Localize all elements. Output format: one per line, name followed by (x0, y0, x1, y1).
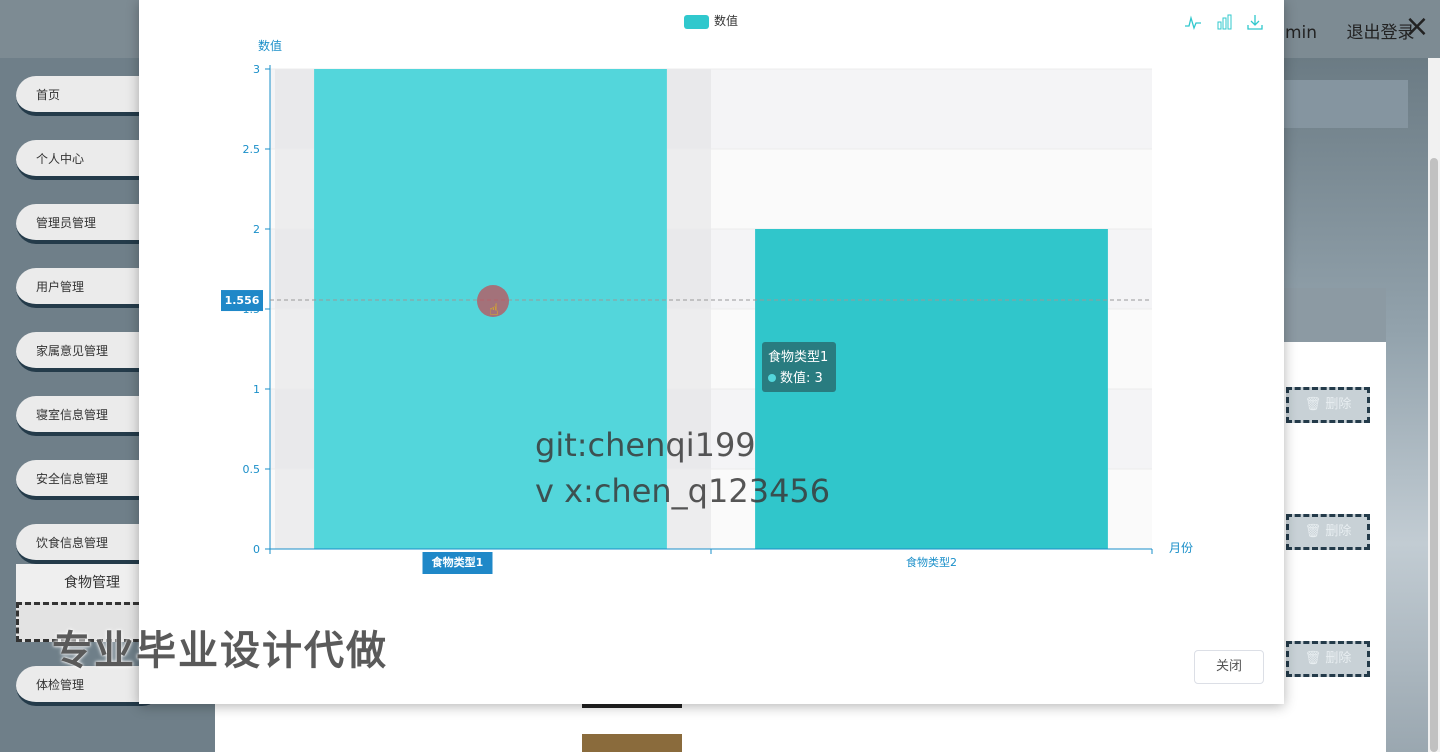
bar-chart[interactable]: 00.511.522.53食物类型1食物类型2数值月份1.556 (139, 0, 1284, 620)
table-thumbnail (582, 704, 682, 708)
delete-button[interactable]: 🗑 删除 (1286, 514, 1370, 550)
table-image (582, 734, 682, 752)
page-scrollbar[interactable] (1428, 58, 1440, 752)
axis-pointer-y-label: 1.556 (225, 294, 260, 307)
delete-button[interactable]: 🗑 删除 (1286, 387, 1370, 423)
y-tick-label: 2.5 (243, 143, 261, 156)
hand-cursor-icon: ☝ (489, 300, 499, 319)
y-tick-label: 1 (253, 383, 260, 396)
chart-dialog: 数值 00.511.522.53食物类型1食物类型2数值月份1.556 关闭 (139, 0, 1284, 704)
table-bottom (215, 704, 1284, 752)
tooltip-row: 数值: 3 (768, 368, 830, 389)
y-tick-label: 3 (253, 63, 260, 76)
watermark-text: git:chenqi199 v x:chen_q123456 (535, 426, 831, 510)
chart-tooltip: 食物类型1 数值: 3 (762, 342, 836, 392)
breadcrumb-card (1284, 80, 1408, 128)
y-tick-label: 0.5 (243, 463, 261, 476)
username: min (1285, 23, 1318, 43)
watermark-banner: 专业毕业设计代做 (52, 628, 388, 674)
x-tick-label: 食物类型1 (432, 555, 484, 569)
x-axis-title: 月份 (1169, 541, 1193, 555)
x-tick-label: 食物类型2 (906, 555, 957, 569)
delete-button[interactable]: 🗑 删除 (1286, 641, 1370, 677)
y-tick-label: 0 (253, 543, 260, 556)
tooltip-title: 食物类型1 (768, 350, 829, 365)
close-button[interactable]: 关闭 (1194, 650, 1264, 684)
y-tick-label: 2 (253, 223, 260, 236)
y-axis-title: 数值 (258, 38, 282, 53)
close-icon[interactable]: × (1402, 12, 1432, 42)
